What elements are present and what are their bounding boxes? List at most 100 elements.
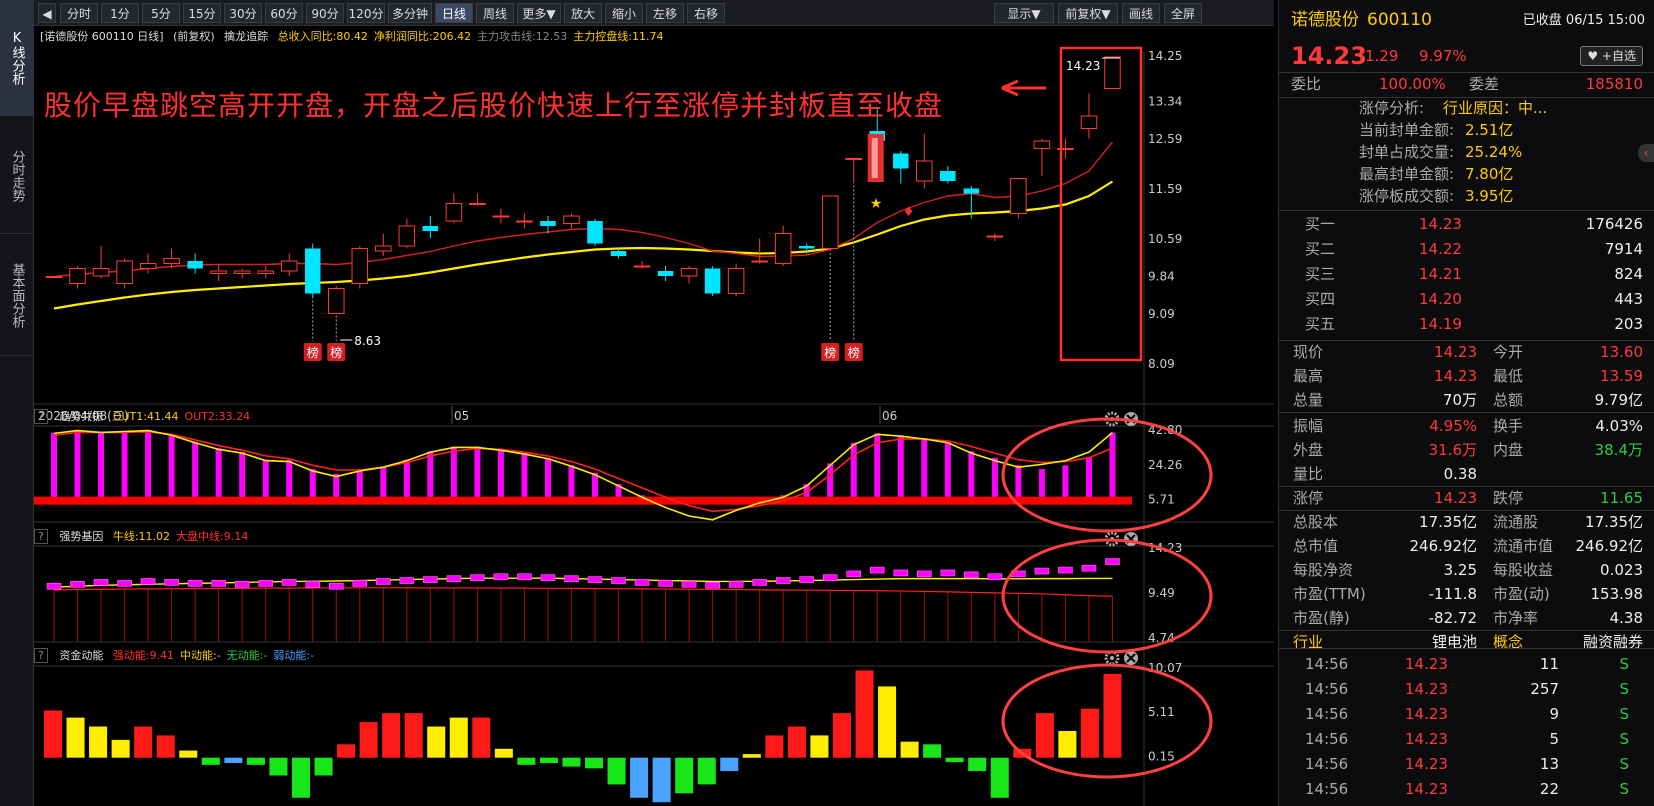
sub2-market-line	[53, 587, 1113, 597]
sub2-box	[917, 570, 932, 578]
quote-cell: 市盈(静)	[1293, 609, 1350, 627]
trade-volume: 13	[1539, 755, 1559, 773]
quote-cell: 跌停	[1493, 489, 1524, 507]
sub3-bar	[359, 722, 378, 758]
sub1-header: ? 趋势共振 OUT1:41.44 OUT2:33.24	[34, 409, 262, 425]
trade-dir: S	[1619, 780, 1629, 798]
period-button-4[interactable]: 30分	[224, 3, 262, 23]
market-status: 已收盘 06/15 15:00	[1522, 13, 1645, 28]
sub2-box	[517, 573, 532, 581]
candle	[587, 218, 603, 246]
candle	[680, 266, 698, 284]
sub3-header: ? 资金动能 强动能:9.41 中动能:- 无动能:- 弱动能:-	[34, 648, 326, 664]
toolbar-right-0[interactable]: 显示▼	[994, 3, 1054, 23]
period-button-10[interactable]: 周线	[476, 3, 514, 23]
weibi-value: 100.00%	[1379, 75, 1446, 93]
candle	[563, 213, 580, 229]
period-button-5[interactable]: 60分	[265, 3, 303, 23]
sub2-box	[752, 579, 767, 586]
svg-text:榜: 榜	[848, 345, 860, 360]
sub3-bar	[1058, 730, 1077, 758]
sub1-bar	[897, 435, 904, 500]
sub2-box	[728, 581, 744, 588]
sub3-bar	[224, 757, 243, 764]
help-icon[interactable]: ?	[34, 529, 48, 544]
bid-label: 买四	[1305, 290, 1336, 308]
last-price: 14.23	[1291, 42, 1367, 70]
bid-price: 14.23	[1419, 215, 1462, 233]
bang-badge[interactable]: 榜	[303, 343, 322, 361]
sub2-box	[658, 580, 673, 587]
period-button-9[interactable]: 日线	[435, 3, 473, 23]
period-button-14[interactable]: 左移	[646, 3, 684, 23]
quote-cell: 4.03%	[1595, 417, 1643, 435]
candle	[727, 263, 745, 296]
sub3-bar	[269, 757, 288, 776]
toolbar-right-1[interactable]: 前复权▼	[1058, 3, 1118, 23]
settings-gear-icon[interactable]	[1104, 650, 1120, 666]
quote-cell: 市盈(TTM)	[1293, 585, 1366, 603]
sub3-item-3: 弱动能:-	[273, 649, 315, 662]
period-button-15[interactable]: 右移	[687, 3, 725, 23]
toolbar-right-3[interactable]: 全屏	[1164, 3, 1202, 23]
period-button-1[interactable]: 1分	[101, 3, 139, 23]
toolbar-right-2[interactable]: 画线	[1122, 3, 1160, 23]
quote-cell: 0.38	[1443, 465, 1477, 483]
main-header-item-3: 主力控盘线:11.74	[573, 30, 664, 43]
candle	[92, 246, 110, 279]
period-button-13[interactable]: 缩小	[605, 3, 643, 23]
stock-name: 诺德股份	[1291, 10, 1359, 30]
period-button-6[interactable]: 90分	[306, 3, 344, 23]
trade-time: 14:56	[1305, 780, 1349, 798]
bang-badge[interactable]: 榜	[844, 343, 863, 361]
bang-badge[interactable]: 榜	[327, 343, 346, 361]
sub2-box	[846, 570, 862, 578]
period-button-8[interactable]: 多分钟	[388, 3, 432, 23]
zt-key: 最高封单金额:	[1359, 165, 1455, 183]
main-header-item-1: 净利润同比:206.42	[373, 30, 472, 43]
left-tab-0[interactable]: K线分析	[0, 0, 34, 116]
left-tab-2[interactable]: 基本面分析	[0, 236, 34, 356]
quote-row: 市盈(TTM) -111.8 市盈(动) 153.98	[1279, 582, 1654, 606]
collapse-left-icon[interactable]: ◀	[38, 3, 56, 23]
zt-key: 涨停板成交额:	[1359, 187, 1455, 205]
period-button-12[interactable]: 放大	[564, 3, 602, 23]
bid-row[interactable]: 买五 14.19 203	[1279, 312, 1654, 337]
period-button-0[interactable]: 分时	[60, 3, 98, 23]
help-icon[interactable]: ?	[34, 409, 48, 424]
collapse-arrow-icon[interactable]: ‹	[1638, 144, 1654, 162]
quote-cell: 概念	[1493, 633, 1524, 651]
period-button-7[interactable]: 120分	[347, 3, 385, 23]
sub2-box	[869, 566, 885, 574]
bang-badge[interactable]: 榜	[821, 343, 840, 361]
bid-row[interactable]: 买四 14.20 443	[1279, 287, 1654, 312]
left-tab-1[interactable]: 分时走势	[0, 118, 34, 234]
period-button-11[interactable]: 更多▼	[517, 3, 561, 23]
period-button-2[interactable]: 5分	[142, 3, 180, 23]
zt-reason[interactable]: 行业原因：中...	[1443, 97, 1547, 119]
quote-cell: 市盈(动)	[1493, 585, 1550, 603]
candle	[821, 195, 839, 251]
sub3-tick: 5.11	[1148, 705, 1175, 719]
help-icon[interactable]: ?	[34, 648, 48, 663]
chart-title: [诺德股份 600110 日线]	[40, 30, 164, 43]
sub1-bar	[968, 451, 975, 500]
close-panel-icon[interactable]	[1124, 532, 1138, 546]
sub2-box	[775, 577, 791, 584]
bid-row[interactable]: 买二 14.22 7914	[1279, 237, 1654, 262]
period-button-3[interactable]: 15分	[183, 3, 221, 23]
sub1-title: 趋势共振	[59, 410, 104, 423]
bid-row[interactable]: 买一 14.23 176426	[1279, 212, 1654, 237]
add-watchlist-button[interactable]: ♥ +自选	[1580, 46, 1643, 66]
sub2-box	[446, 575, 462, 582]
candle	[633, 261, 651, 269]
price-tick: 10.59	[1148, 232, 1182, 246]
close-panel-icon[interactable]	[1124, 651, 1138, 665]
bid-row[interactable]: 买三 14.21 824	[1279, 262, 1654, 287]
quote-cell: 153.98	[1590, 585, 1644, 603]
sub3-item-1: 中动能:-	[180, 649, 221, 662]
quote-row: 行业 锂电池 概念 融资融券	[1279, 630, 1654, 654]
sub2-box	[164, 579, 179, 586]
candle	[893, 151, 909, 184]
quote-cell: 14.23	[1434, 343, 1477, 361]
